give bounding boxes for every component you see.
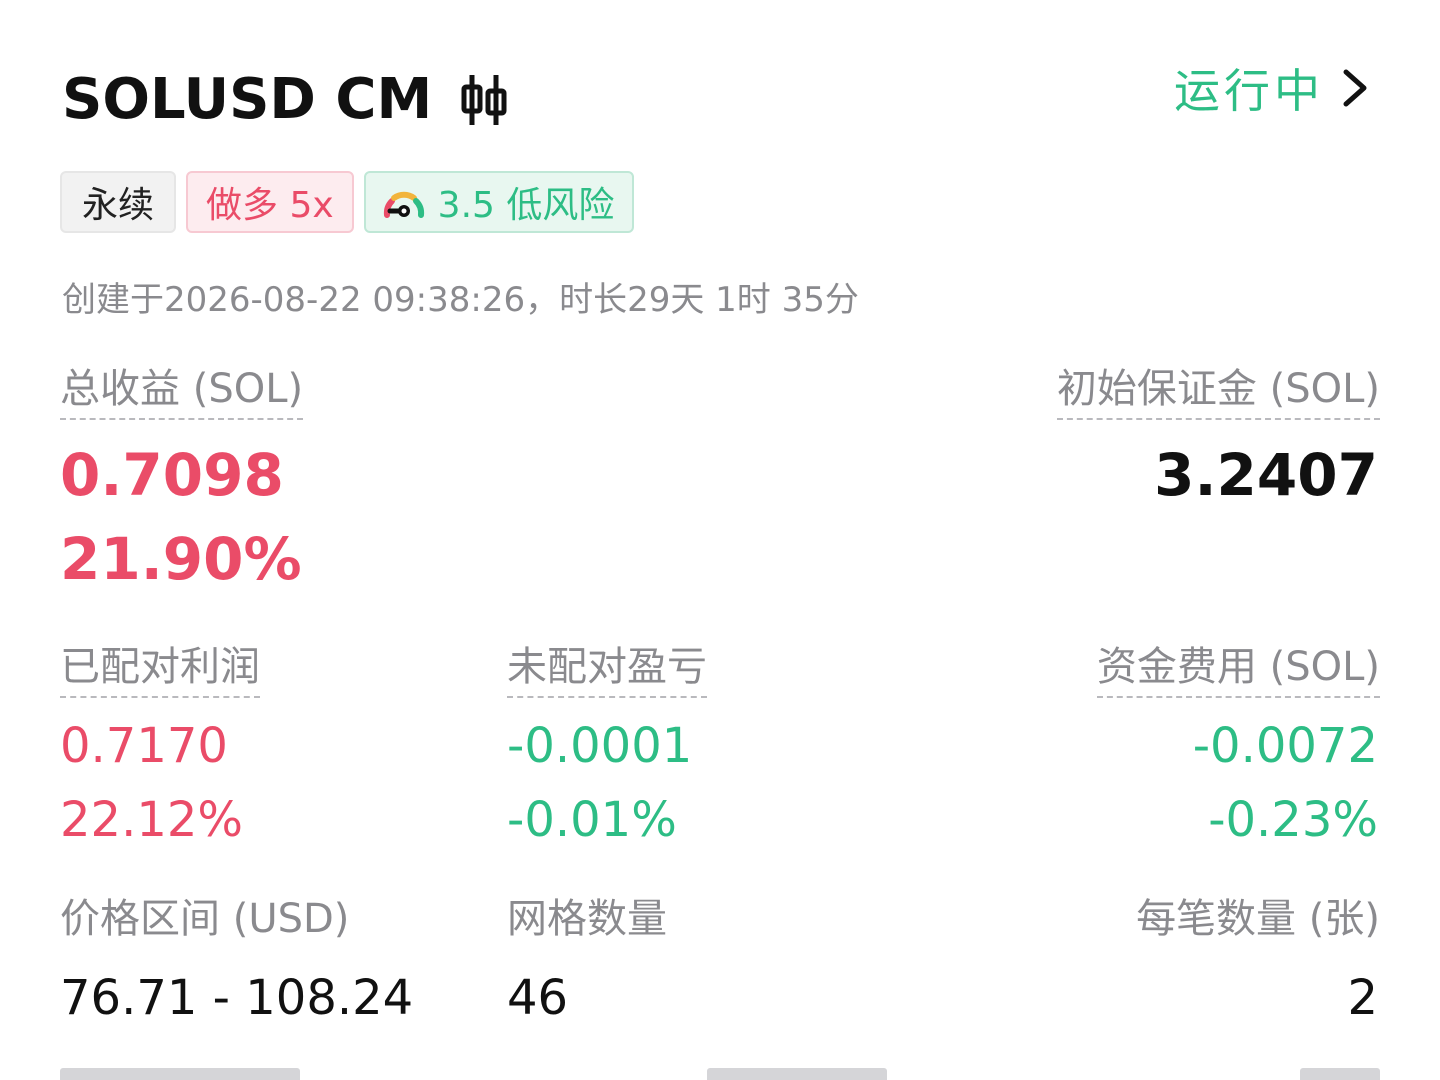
grid-bot-detail: SOLUSD CM 运行中 永续 做多 5x 3.5 低风险 创建于2026-0…: [0, 0, 1440, 1080]
initial-margin-label[interactable]: 初始保证金 (SOL): [1056, 364, 1380, 420]
perpetual-tag-label: 永续: [82, 185, 155, 226]
unmatched-pnl-value: -0.0001: [507, 718, 693, 774]
candlestick-icon[interactable]: [460, 71, 508, 129]
funding-fee-label[interactable]: 资金费用 (SOL): [1096, 642, 1380, 698]
grid-count-value: 46: [507, 970, 569, 1026]
unmatched-pnl-percent: -0.01%: [507, 792, 677, 848]
matched-profit-label[interactable]: 已配对利润: [60, 642, 260, 698]
gauge-icon: [383, 191, 424, 218]
grid-count-label: 网格数量: [507, 896, 667, 942]
risk-tag-label: 3.5 低风险: [437, 185, 615, 226]
price-range-value: 76.71 - 108.24: [60, 970, 414, 1026]
funding-fee-value: -0.0072: [1192, 718, 1378, 774]
total-pnl-value: 0.7098: [60, 441, 284, 509]
chevron-right-icon: [1343, 69, 1367, 107]
matched-profit-value: 0.7170: [60, 718, 228, 774]
pair-title: SOLUSD CM: [62, 67, 433, 132]
unmatched-pnl-label[interactable]: 未配对盈亏: [507, 642, 707, 698]
created-time: 创建于2026-08-22 09:38:26，时长29天 1时 35分: [62, 280, 859, 320]
running-status-link[interactable]: 运行中: [1174, 58, 1368, 118]
running-status: 运行中: [1174, 64, 1324, 118]
risk-tag[interactable]: 3.5 低风险: [363, 171, 635, 233]
total-pnl-percent: 21.90%: [60, 525, 302, 593]
funding-fee-percent: -0.23%: [1208, 792, 1378, 848]
next-row-cutoff: [60, 1068, 1380, 1080]
price-range-label: 价格区间 (USD): [60, 896, 350, 942]
qty-per-order-value: 2: [1347, 970, 1378, 1026]
initial-margin-value: 3.2407: [1154, 441, 1378, 509]
qty-per-order-label: 每笔数量 (张): [1136, 896, 1380, 942]
direction-tag: 做多 5x: [186, 171, 354, 233]
matched-profit-percent: 22.12%: [60, 792, 244, 848]
perpetual-tag: 永续: [60, 171, 177, 233]
title-row: SOLUSD CM: [62, 64, 508, 136]
direction-tag-label: 做多 5x: [206, 185, 334, 226]
total-pnl-label[interactable]: 总收益 (SOL): [60, 364, 304, 420]
tags: 永续 做多 5x 3.5 低风险: [60, 171, 635, 233]
